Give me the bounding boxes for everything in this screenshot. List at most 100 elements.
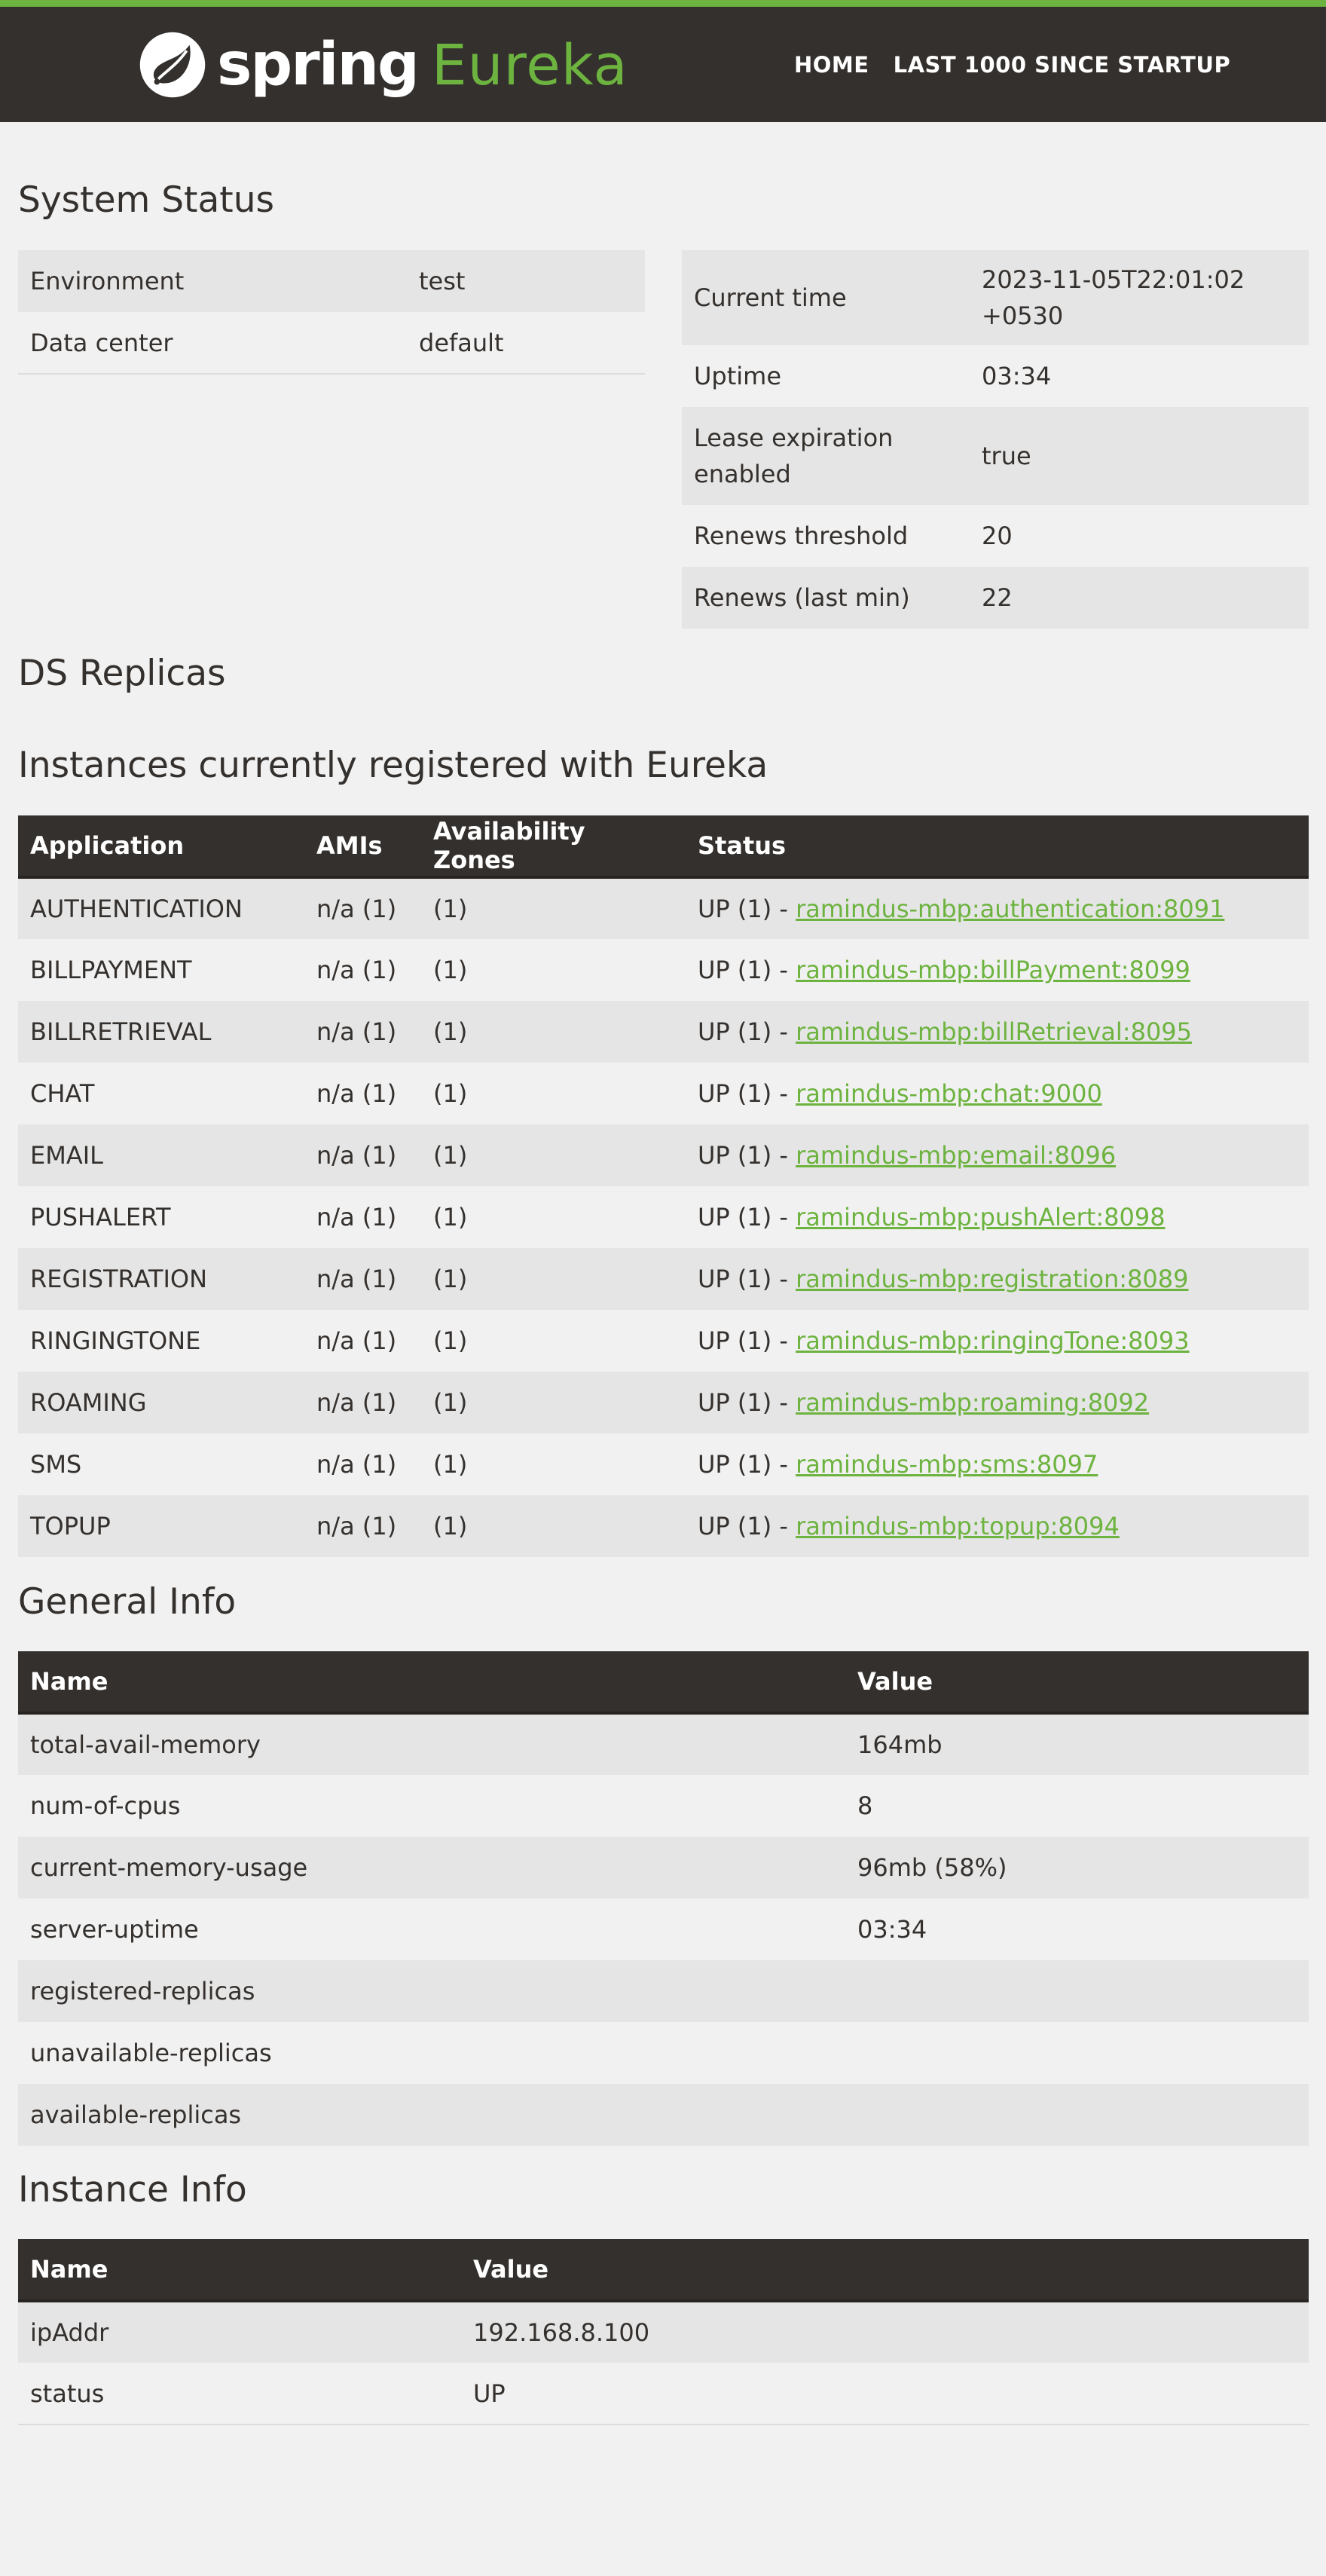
application-name: SMS xyxy=(30,1450,82,1479)
application-name: AUTHENTICATION xyxy=(30,895,243,923)
brand-eureka-text: Eureka xyxy=(431,33,628,98)
status-text: UP (1) - xyxy=(698,1141,796,1170)
amis-cell: n/a (1) xyxy=(316,1450,397,1479)
instance-link[interactable]: ramindus-mbp:pushAlert:8098 xyxy=(796,1203,1165,1231)
zones-cell: (1) xyxy=(433,1203,468,1231)
table-row: num-of-cpus 8 xyxy=(18,1775,1309,1837)
amis-cell: n/a (1) xyxy=(316,1141,397,1170)
status-label: Lease expiration enabled xyxy=(694,424,894,488)
general-info-heading: General Info xyxy=(18,1581,237,1623)
status-label: Renews (last min) xyxy=(694,583,910,612)
table-row: AUTHENTICATION n/a (1) (1) UP (1) - ramindu… xyxy=(18,877,1309,939)
info-name: num-of-cpus xyxy=(30,1791,181,1820)
table-row: ipAddr 192.168.8.100 xyxy=(18,2301,1309,2363)
status-text: UP (1) - xyxy=(698,895,796,923)
info-value: UP xyxy=(473,2379,506,2408)
status-text: UP (1) - xyxy=(698,1079,796,1108)
application-name: BILLRETRIEVAL xyxy=(30,1017,212,1046)
zones-cell: (1) xyxy=(433,1326,468,1355)
status-cell: UP (1) - ramindus-mbp:chat:9000 xyxy=(686,1063,1309,1124)
amis-cell: n/a (1) xyxy=(316,1203,397,1231)
application-name: ROAMING xyxy=(30,1388,147,1417)
status-text: UP (1) - xyxy=(698,1326,796,1355)
status-cell: UP (1) - ramindus-mbp:billPayment:8099 xyxy=(686,939,1309,1001)
status-cell: UP (1) - ramindus-mbp:pushAlert:8098 xyxy=(686,1186,1309,1248)
amis-cell: n/a (1) xyxy=(316,1326,397,1355)
amis-cell: n/a (1) xyxy=(316,956,397,984)
table-row: Lease expiration enabled true xyxy=(682,407,1309,505)
table-row: ROAMING n/a (1) (1) UP (1) - ramindus-mbp:r… xyxy=(18,1372,1309,1433)
application-name: TOPUP xyxy=(30,1512,111,1540)
status-text: UP (1) - xyxy=(698,1512,796,1540)
info-name: available-replicas xyxy=(30,2100,242,2129)
application-name: EMAIL xyxy=(30,1141,103,1170)
instance-link[interactable]: ramindus-mbp:registration:8089 xyxy=(796,1265,1188,1293)
instance-link[interactable]: ramindus-mbp:topup:8094 xyxy=(796,1512,1120,1540)
instance-link[interactable]: ramindus-mbp:billRetrieval:8095 xyxy=(796,1017,1192,1046)
zones-cell: (1) xyxy=(433,1079,468,1108)
brand-logo-link[interactable]: spring Eureka xyxy=(137,27,628,102)
table-row: Environment test xyxy=(18,250,645,312)
info-name: total-avail-memory xyxy=(30,1730,261,1759)
table-row: PUSHALERT n/a (1) (1) UP (1) - ramindus-mbp… xyxy=(18,1186,1309,1248)
info-name: server-uptime xyxy=(30,1915,199,1944)
status-value: 2023-11-05T22:01:02 +0530 xyxy=(982,265,1245,330)
table-row: BILLPAYMENT n/a (1) (1) UP (1) - ramindus-m… xyxy=(18,939,1309,1001)
status-value: test xyxy=(419,267,466,295)
status-cell: UP (1) - ramindus-mbp:authentication:809… xyxy=(686,877,1309,939)
info-name: status xyxy=(30,2379,105,2408)
zones-cell: (1) xyxy=(433,1141,468,1170)
amis-cell: n/a (1) xyxy=(316,1388,397,1417)
table-row: registered-replicas xyxy=(18,1960,1309,2022)
zones-cell: (1) xyxy=(433,1388,468,1417)
column-header: Availability Zones xyxy=(421,815,686,879)
instance-link[interactable]: ramindus-mbp:authentication:8091 xyxy=(796,895,1224,923)
table-header-row: Name Value xyxy=(18,1651,1309,1715)
column-header: Name xyxy=(18,2239,461,2302)
info-value: 8 xyxy=(857,1791,873,1820)
status-cell: UP (1) - ramindus-mbp:roaming:8092 xyxy=(686,1372,1309,1433)
info-value: 03:34 xyxy=(857,1915,927,1944)
status-cell: UP (1) - ramindus-mbp:billRetrieval:8095 xyxy=(686,1001,1309,1063)
instance-link[interactable]: ramindus-mbp:roaming:8092 xyxy=(796,1388,1149,1417)
table-row: total-avail-memory 164mb xyxy=(18,1713,1309,1775)
nav-last-1000-link[interactable]: LAST 1000 SINCE STARTUP xyxy=(894,52,1231,78)
info-value: 192.168.8.100 xyxy=(473,2318,650,2347)
status-value: true xyxy=(982,442,1031,470)
instances-table: Application AMIs Availability Zones Stat… xyxy=(18,815,1309,1557)
info-name: unavailable-replicas xyxy=(30,2039,272,2067)
status-text: UP (1) - xyxy=(698,1017,796,1046)
application-name: RINGINGTONE xyxy=(30,1326,201,1355)
zones-cell: (1) xyxy=(433,1265,468,1293)
table-row: available-replicas xyxy=(18,2084,1309,2146)
info-value: 96mb (58%) xyxy=(857,1853,1007,1882)
instance-link[interactable]: ramindus-mbp:ringingTone:8093 xyxy=(796,1326,1190,1355)
status-text: UP (1) - xyxy=(698,1388,796,1417)
status-cell: UP (1) - ramindus-mbp:sms:8097 xyxy=(686,1433,1309,1495)
instance-link[interactable]: ramindus-mbp:billPayment:8099 xyxy=(796,956,1190,984)
table-row: Renews (last min) 22 xyxy=(682,567,1309,629)
table-row: current-memory-usage 96mb (58%) xyxy=(18,1837,1309,1898)
instance-link[interactable]: ramindus-mbp:chat:9000 xyxy=(796,1079,1102,1108)
amis-cell: n/a (1) xyxy=(316,895,397,923)
brand-spring-text: spring xyxy=(217,31,420,99)
info-value: 164mb xyxy=(857,1730,943,1759)
table-row: Uptime 03:34 xyxy=(682,345,1309,407)
table-row: SMS n/a (1) (1) UP (1) - ramindus-mbp:sms:8… xyxy=(18,1433,1309,1495)
status-cell: UP (1) - ramindus-mbp:registration:8089 xyxy=(686,1248,1309,1310)
status-value: 22 xyxy=(982,583,1013,612)
general-info-table: Name Value total-avail-memory 164mb num-of… xyxy=(18,1651,1309,2146)
amis-cell: n/a (1) xyxy=(316,1017,397,1046)
status-text: UP (1) - xyxy=(698,1450,796,1479)
table-row: REGISTRATION n/a (1) (1) UP (1) - ramindus-… xyxy=(18,1248,1309,1310)
status-cell: UP (1) - ramindus-mbp:ringingTone:8093 xyxy=(686,1310,1309,1372)
info-value xyxy=(845,2022,1309,2084)
table-row: CHAT n/a (1) (1) UP (1) - ramindus-mbp:chat… xyxy=(18,1063,1309,1124)
table-row: Data center default xyxy=(18,312,645,374)
column-header: Value xyxy=(845,1651,1309,1715)
system-status-heading: System Status xyxy=(18,179,274,221)
instance-link[interactable]: ramindus-mbp:email:8096 xyxy=(796,1141,1116,1170)
column-header: Name xyxy=(18,1651,845,1715)
instance-link[interactable]: ramindus-mbp:sms:8097 xyxy=(796,1450,1098,1479)
nav-home-link[interactable]: HOME xyxy=(794,52,869,78)
